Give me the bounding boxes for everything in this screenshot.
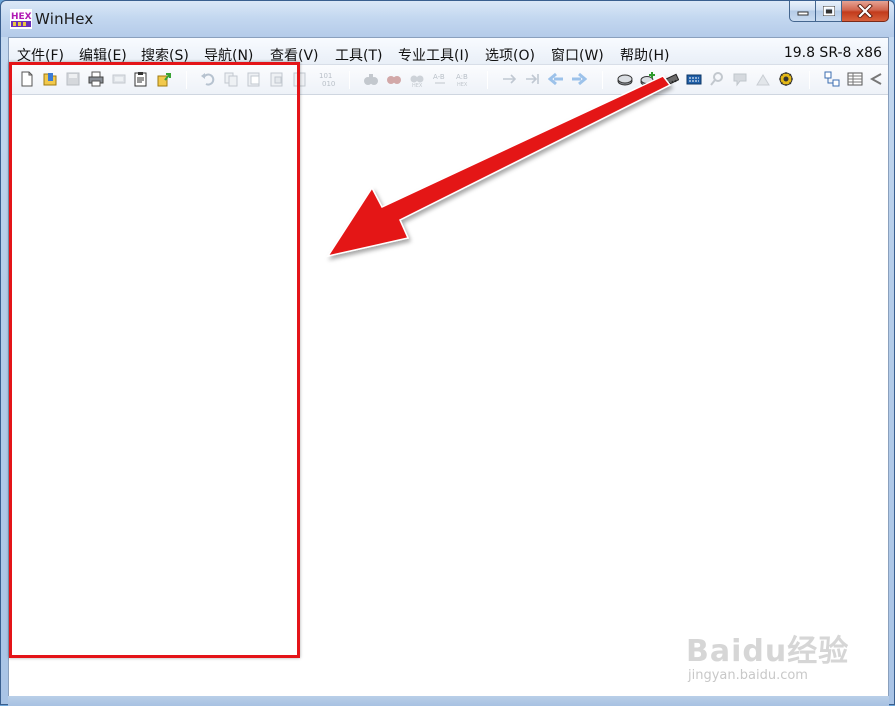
watermark: Baidu经验 jingyan.baidu.com	[686, 606, 856, 696]
watermark-logo: Baidu经验	[686, 634, 850, 669]
maximize-button[interactable]	[816, 1, 842, 22]
hex-editor-icon: HEX	[10, 9, 32, 29]
window-title: WinHex	[35, 10, 94, 28]
highlight-box	[9, 62, 300, 658]
close-icon	[857, 4, 873, 18]
data-interpreter-icon[interactable]	[732, 71, 748, 87]
watermark-url: jingyan.baidu.com	[688, 668, 808, 683]
title-bar[interactable]: HEX WinHex	[1, 1, 894, 37]
menu-options[interactable]: 选项(O)	[485, 45, 535, 65]
annotation-arrow	[326, 75, 672, 258]
menu-specialist-tools[interactable]: 专业工具(I)	[398, 45, 469, 65]
caption-buttons	[789, 1, 889, 27]
toolbar-separator	[809, 71, 810, 89]
maximize-icon	[822, 6, 835, 16]
version-label: 19.8 SR-8 x86	[783, 45, 882, 61]
svg-text:HEX: HEX	[11, 12, 32, 22]
menu-help[interactable]: 帮助(H)	[620, 45, 669, 65]
menu-bar: 文件(F) 编辑(E) 搜索(S) 导航(N) 查看(V) 工具(T) 专业工具…	[9, 38, 888, 65]
details-view-icon[interactable]	[847, 71, 863, 87]
hash-icon[interactable]	[709, 71, 725, 87]
shell-icon[interactable]	[755, 71, 771, 87]
minimize-button[interactable]	[789, 1, 816, 22]
case-data-icon[interactable]	[824, 71, 840, 87]
close-button[interactable]	[842, 1, 889, 22]
settings-gear-icon[interactable]	[778, 71, 794, 87]
menu-tools[interactable]: 工具(T)	[335, 45, 382, 65]
menu-window[interactable]: 窗口(W)	[551, 45, 604, 65]
minimize-icon	[797, 11, 808, 16]
back-arrow-icon[interactable]	[870, 71, 882, 87]
